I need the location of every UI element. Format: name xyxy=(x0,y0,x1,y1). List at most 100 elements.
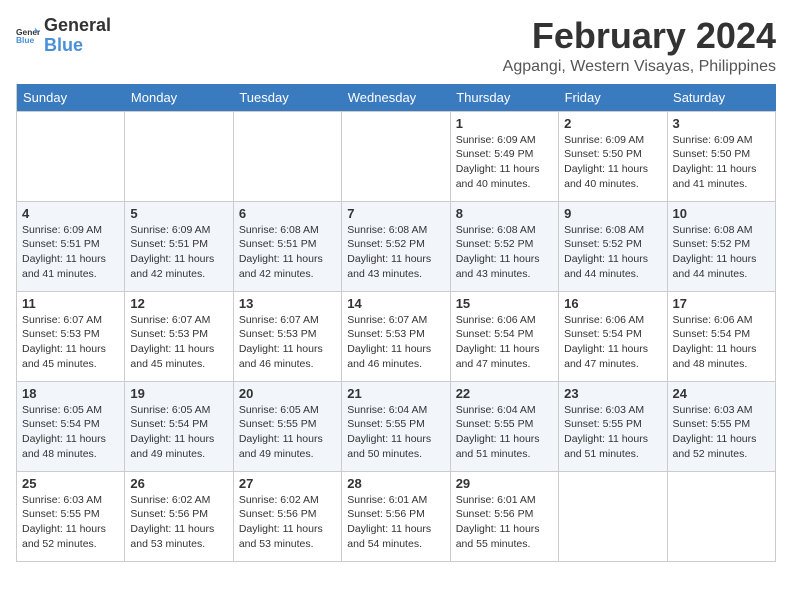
calendar-cell xyxy=(342,111,450,201)
header-row: SundayMondayTuesdayWednesdayThursdayFrid… xyxy=(17,84,776,112)
day-info: Sunrise: 6:09 AM Sunset: 5:51 PM Dayligh… xyxy=(22,223,119,282)
day-info: Sunrise: 6:03 AM Sunset: 5:55 PM Dayligh… xyxy=(22,493,119,552)
col-header-saturday: Saturday xyxy=(667,84,775,112)
col-header-sunday: Sunday xyxy=(17,84,125,112)
logo: General Blue General Blue xyxy=(16,16,111,56)
day-number: 17 xyxy=(673,296,770,311)
day-info: Sunrise: 6:08 AM Sunset: 5:52 PM Dayligh… xyxy=(673,223,770,282)
week-row-2: 4 Sunrise: 6:09 AM Sunset: 5:51 PM Daylig… xyxy=(17,201,776,291)
calendar-cell: 29 Sunrise: 6:01 AM Sunset: 5:56 PM Dayli… xyxy=(450,471,558,561)
calendar-cell: 26 Sunrise: 6:02 AM Sunset: 5:56 PM Dayli… xyxy=(125,471,233,561)
day-info: Sunrise: 6:02 AM Sunset: 5:56 PM Dayligh… xyxy=(239,493,336,552)
calendar-table: SundayMondayTuesdayWednesdayThursdayFrid… xyxy=(16,84,776,562)
week-row-3: 11 Sunrise: 6:07 AM Sunset: 5:53 PM Dayli… xyxy=(17,291,776,381)
day-number: 18 xyxy=(22,386,119,401)
calendar-cell: 1 Sunrise: 6:09 AM Sunset: 5:49 PM Daylig… xyxy=(450,111,558,201)
calendar-cell: 24Sunrise: 6:03 AM Sunset: 5:55 PM Dayli… xyxy=(667,381,775,471)
calendar-cell: 3 Sunrise: 6:09 AM Sunset: 5:50 PM Daylig… xyxy=(667,111,775,201)
calendar-cell: 7Sunrise: 6:08 AM Sunset: 5:52 PM Daylig… xyxy=(342,201,450,291)
title-area: February 2024 Agpangi, Western Visayas, … xyxy=(503,16,776,76)
day-info: Sunrise: 6:09 AM Sunset: 5:50 PM Dayligh… xyxy=(564,133,661,192)
calendar-cell: 20 Sunrise: 6:05 AM Sunset: 5:55 PM Dayli… xyxy=(233,381,341,471)
day-info: Sunrise: 6:04 AM Sunset: 5:55 PM Dayligh… xyxy=(347,403,444,462)
day-number: 14 xyxy=(347,296,444,311)
day-info: Sunrise: 6:09 AM Sunset: 5:49 PM Dayligh… xyxy=(456,133,553,192)
day-info: Sunrise: 6:08 AM Sunset: 5:51 PM Dayligh… xyxy=(239,223,336,282)
week-row-5: 25 Sunrise: 6:03 AM Sunset: 5:55 PM Dayli… xyxy=(17,471,776,561)
calendar-cell: 28Sunrise: 6:01 AM Sunset: 5:56 PM Dayli… xyxy=(342,471,450,561)
day-info: Sunrise: 6:04 AM Sunset: 5:55 PM Dayligh… xyxy=(456,403,553,462)
calendar-cell: 23Sunrise: 6:03 AM Sunset: 5:55 PM Dayli… xyxy=(559,381,667,471)
day-info: Sunrise: 6:05 AM Sunset: 5:54 PM Dayligh… xyxy=(22,403,119,462)
calendar-cell: 25 Sunrise: 6:03 AM Sunset: 5:55 PM Dayli… xyxy=(17,471,125,561)
day-number: 3 xyxy=(673,116,770,131)
calendar-cell: 14 Sunrise: 6:07 AM Sunset: 5:53 PM Dayli… xyxy=(342,291,450,381)
calendar-cell: 18 Sunrise: 6:05 AM Sunset: 5:54 PM Dayli… xyxy=(17,381,125,471)
day-number: 10 xyxy=(673,206,770,221)
day-number: 9 xyxy=(564,206,661,221)
day-info: Sunrise: 6:01 AM Sunset: 5:56 PM Dayligh… xyxy=(456,493,553,552)
day-info: Sunrise: 6:09 AM Sunset: 5:51 PM Dayligh… xyxy=(130,223,227,282)
calendar-cell: 10 Sunrise: 6:08 AM Sunset: 5:52 PM Dayli… xyxy=(667,201,775,291)
calendar-cell: 22 Sunrise: 6:04 AM Sunset: 5:55 PM Dayli… xyxy=(450,381,558,471)
day-info: Sunrise: 6:06 AM Sunset: 5:54 PM Dayligh… xyxy=(673,313,770,372)
day-number: 28 xyxy=(347,476,444,491)
day-number: 13 xyxy=(239,296,336,311)
col-header-friday: Friday xyxy=(559,84,667,112)
calendar-cell xyxy=(233,111,341,201)
location-title: Agpangi, Western Visayas, Philippines xyxy=(503,58,776,76)
day-number: 21 xyxy=(347,386,444,401)
day-number: 2 xyxy=(564,116,661,131)
day-number: 19 xyxy=(130,386,227,401)
col-header-thursday: Thursday xyxy=(450,84,558,112)
day-info: Sunrise: 6:08 AM Sunset: 5:52 PM Dayligh… xyxy=(564,223,661,282)
calendar-cell: 17 Sunrise: 6:06 AM Sunset: 5:54 PM Dayli… xyxy=(667,291,775,381)
calendar-cell xyxy=(17,111,125,201)
logo-text-blue: Blue xyxy=(44,36,111,56)
calendar-cell xyxy=(667,471,775,561)
calendar-cell: 19 Sunrise: 6:05 AM Sunset: 5:54 PM Dayli… xyxy=(125,381,233,471)
day-info: Sunrise: 6:07 AM Sunset: 5:53 PM Dayligh… xyxy=(130,313,227,372)
day-info: Sunrise: 6:05 AM Sunset: 5:55 PM Dayligh… xyxy=(239,403,336,462)
month-title: February 2024 xyxy=(503,16,776,56)
calendar-cell: 27Sunrise: 6:02 AM Sunset: 5:56 PM Dayli… xyxy=(233,471,341,561)
day-number: 11 xyxy=(22,296,119,311)
day-number: 4 xyxy=(22,206,119,221)
day-info: Sunrise: 6:03 AM Sunset: 5:55 PM Dayligh… xyxy=(673,403,770,462)
calendar-cell: 8Sunrise: 6:08 AM Sunset: 5:52 PM Daylig… xyxy=(450,201,558,291)
day-info: Sunrise: 6:07 AM Sunset: 5:53 PM Dayligh… xyxy=(239,313,336,372)
day-info: Sunrise: 6:02 AM Sunset: 5:56 PM Dayligh… xyxy=(130,493,227,552)
week-row-4: 18 Sunrise: 6:05 AM Sunset: 5:54 PM Dayli… xyxy=(17,381,776,471)
week-row-1: 1 Sunrise: 6:09 AM Sunset: 5:49 PM Daylig… xyxy=(17,111,776,201)
logo-icon: General Blue xyxy=(16,24,40,48)
day-number: 22 xyxy=(456,386,553,401)
day-info: Sunrise: 6:06 AM Sunset: 5:54 PM Dayligh… xyxy=(564,313,661,372)
calendar-cell: 6 Sunrise: 6:08 AM Sunset: 5:51 PM Daylig… xyxy=(233,201,341,291)
day-info: Sunrise: 6:06 AM Sunset: 5:54 PM Dayligh… xyxy=(456,313,553,372)
col-header-monday: Monday xyxy=(125,84,233,112)
day-number: 6 xyxy=(239,206,336,221)
day-number: 15 xyxy=(456,296,553,311)
day-number: 1 xyxy=(456,116,553,131)
day-info: Sunrise: 6:09 AM Sunset: 5:50 PM Dayligh… xyxy=(673,133,770,192)
calendar-cell: 12 Sunrise: 6:07 AM Sunset: 5:53 PM Dayli… xyxy=(125,291,233,381)
day-number: 5 xyxy=(130,206,227,221)
col-header-tuesday: Tuesday xyxy=(233,84,341,112)
svg-text:Blue: Blue xyxy=(16,35,35,45)
calendar-cell: 21 Sunrise: 6:04 AM Sunset: 5:55 PM Dayli… xyxy=(342,381,450,471)
day-info: Sunrise: 6:08 AM Sunset: 5:52 PM Dayligh… xyxy=(347,223,444,282)
page-header: General Blue General Blue February 2024 … xyxy=(16,16,776,76)
calendar-cell: 2 Sunrise: 6:09 AM Sunset: 5:50 PM Daylig… xyxy=(559,111,667,201)
day-number: 29 xyxy=(456,476,553,491)
day-info: Sunrise: 6:05 AM Sunset: 5:54 PM Dayligh… xyxy=(130,403,227,462)
day-info: Sunrise: 6:07 AM Sunset: 5:53 PM Dayligh… xyxy=(347,313,444,372)
logo-text-general: General xyxy=(44,16,111,36)
calendar-cell xyxy=(559,471,667,561)
day-number: 25 xyxy=(22,476,119,491)
calendar-cell xyxy=(125,111,233,201)
col-header-wednesday: Wednesday xyxy=(342,84,450,112)
day-number: 12 xyxy=(130,296,227,311)
day-number: 26 xyxy=(130,476,227,491)
day-number: 20 xyxy=(239,386,336,401)
day-number: 8 xyxy=(456,206,553,221)
